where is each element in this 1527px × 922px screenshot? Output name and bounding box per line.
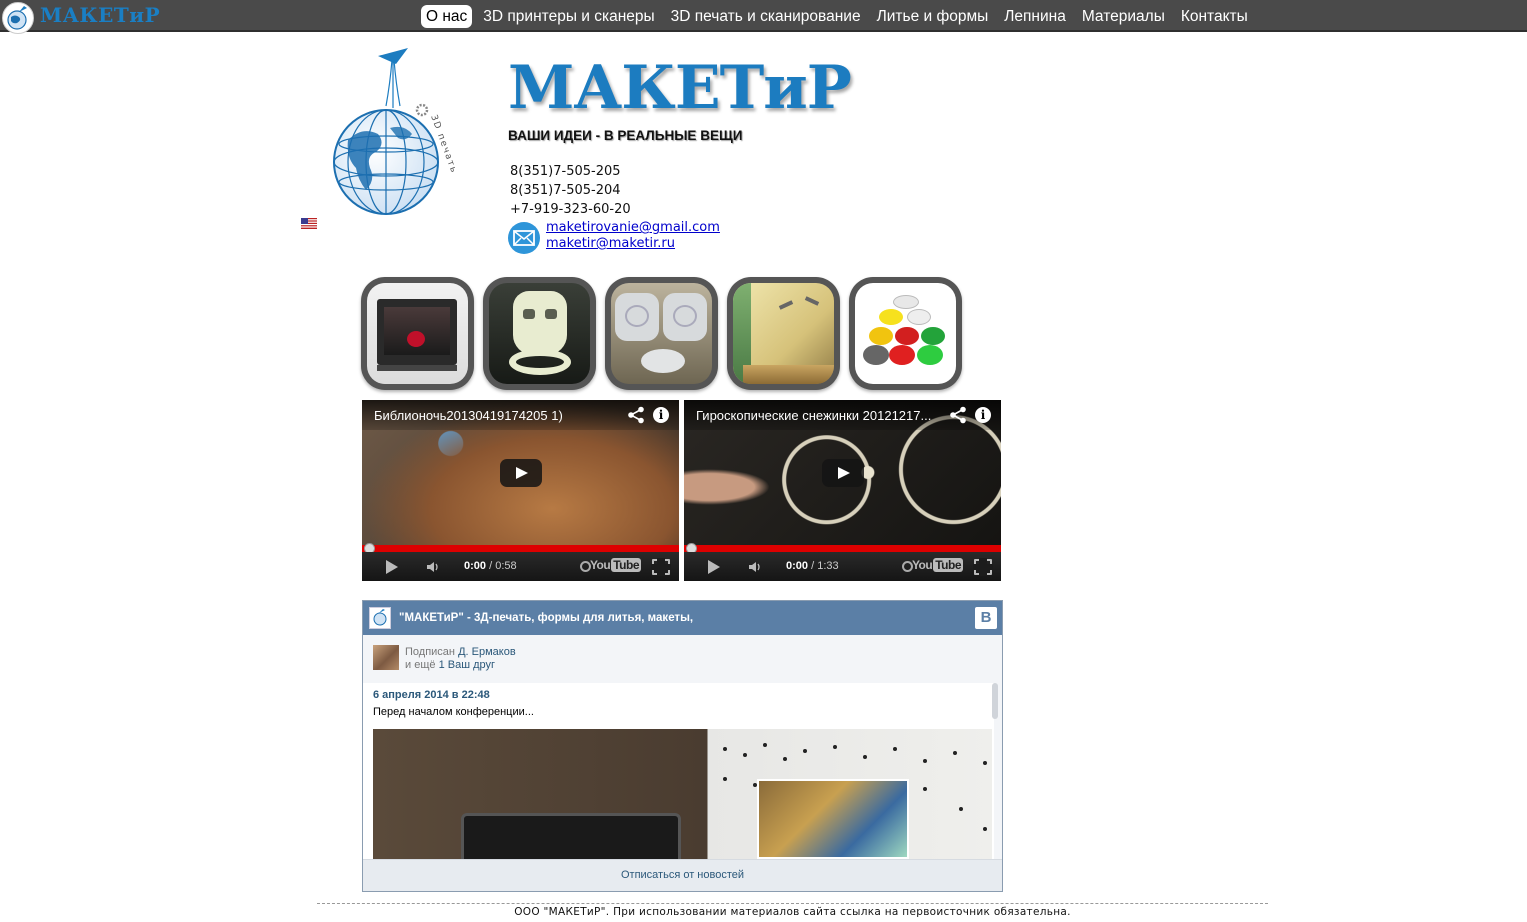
white-3d-print-mask-image — [489, 283, 590, 384]
top-navigation-bar: МАКЕТиР О нас 3D принтеры и сканеры 3D п… — [0, 0, 1527, 34]
fullscreen-icon[interactable] — [973, 558, 993, 576]
email-list: maketirovanie@gmail.com maketir@maketir.… — [546, 220, 720, 252]
site-tagline: ВАШИ ИДЕИ - В РЕАЛЬНЫЕ ВЕЩИ — [508, 128, 743, 143]
casting-molds-image — [611, 283, 712, 384]
phone-number: +7-919-323-60-20 — [510, 202, 631, 217]
post-text: Перед началом конференции... — [373, 706, 534, 718]
video-title[interactable]: Библионочь20130419174205 1) — [374, 408, 563, 423]
nav-about[interactable]: О нас — [421, 5, 473, 28]
phone-number: 8(351)7-505-204 — [510, 183, 621, 198]
unsubscribe-link[interactable]: Отписаться от новостей — [363, 859, 1002, 891]
volume-icon[interactable] — [426, 560, 440, 574]
video-title[interactable]: Гироскопические снежинки 20121217... — [696, 408, 931, 423]
vk-group-widget: "МАКЕТиР" - 3Д-печать, формы для литья, … — [362, 600, 1003, 892]
phone-list: 8(351)7-505-205 8(351)7-505-204 +7-919-3… — [510, 162, 631, 219]
nav-stucco[interactable]: Лепнина — [999, 5, 1071, 28]
fullscreen-icon[interactable] — [651, 558, 671, 576]
progress-bar[interactable] — [362, 545, 679, 552]
player-controls: 0:00 / 0:58 You Tube — [362, 552, 679, 581]
site-title: МАКЕТиР — [508, 53, 852, 123]
brand-name: МАКЕТиР — [40, 3, 161, 27]
footer-divider — [317, 903, 1268, 904]
share-icon[interactable] — [949, 406, 967, 424]
share-icon[interactable] — [627, 406, 645, 424]
tile-stucco[interactable] — [727, 277, 840, 390]
play-button[interactable] — [500, 459, 542, 487]
nav-3d-printers-scanners[interactable]: 3D принтеры и сканеры — [478, 5, 659, 28]
post-date[interactable]: 6 апреля 2014 в 22:48 — [373, 689, 490, 701]
tile-materials[interactable] — [849, 277, 962, 390]
nav-contacts[interactable]: Контакты — [1176, 5, 1253, 28]
progress-bar[interactable] — [684, 545, 1001, 552]
youtube-logo-icon[interactable]: You Tube — [912, 558, 963, 572]
vk-widget-header: "МАКЕТиР" - 3Д-печать, формы для литья, … — [363, 601, 1002, 635]
group-avatar[interactable] — [369, 607, 391, 629]
vk-logo-icon[interactable]: В — [975, 607, 997, 629]
phone-number: 8(351)7-505-205 — [510, 164, 621, 179]
play-icon[interactable] — [708, 560, 720, 574]
time-display: 0:00 / 1:33 — [786, 560, 839, 572]
brand-link[interactable]: МАКЕТиР — [2, 2, 160, 34]
category-tiles — [361, 277, 971, 390]
email-link-maketir[interactable]: maketir@maketir.ru — [546, 236, 720, 252]
stucco-wall-image — [733, 283, 834, 384]
time-display: 0:00 / 0:58 — [464, 560, 517, 572]
main-menu: О нас 3D принтеры и сканеры 3D печать и … — [421, 5, 1259, 28]
tile-3d-printing[interactable] — [483, 277, 596, 390]
friend-link[interactable]: Д. Ермаков — [458, 646, 516, 658]
3d-printer-image — [367, 283, 468, 384]
play-icon[interactable] — [386, 560, 398, 574]
post-photo-conference[interactable] — [373, 729, 992, 859]
mail-icon — [508, 222, 540, 254]
english-flag-icon[interactable] — [301, 218, 317, 229]
footer-copyright: ООО "МАКЕТиР". При использовании материа… — [514, 906, 1071, 918]
player-controls: 0:00 / 1:33 You Tube — [684, 552, 1001, 581]
friend-avatar[interactable] — [373, 645, 399, 670]
vk-group-title[interactable]: "МАКЕТиР" - 3Д-печать, формы для литья, … — [399, 612, 693, 624]
volume-icon[interactable] — [748, 560, 762, 574]
info-icon[interactable]: i — [653, 407, 669, 423]
vk-post: 6 апреля 2014 в 22:48 Перед началом конф… — [363, 683, 994, 859]
vk-feed-scrollbar[interactable] — [992, 683, 998, 719]
nav-materials[interactable]: Материалы — [1077, 5, 1170, 28]
nav-casting-molds[interactable]: Литье и формы — [872, 5, 994, 28]
tile-3d-printers[interactable] — [361, 277, 474, 390]
video-player-1[interactable]: Библионочь20130419174205 1) i 0:00 / 0:5… — [362, 400, 679, 581]
video-player-2[interactable]: Гироскопические снежинки 20121217... i 0… — [684, 400, 1001, 581]
play-button[interactable] — [822, 459, 864, 487]
tile-casting-molds[interactable] — [605, 277, 718, 390]
youtube-logo-icon[interactable]: You Tube — [590, 558, 641, 572]
more-friends-link[interactable]: 1 Ваш друг — [439, 659, 495, 671]
info-icon[interactable]: i — [975, 407, 991, 423]
email-link-gmail[interactable]: maketirovanie@gmail.com — [546, 220, 720, 236]
nav-3d-printing-scanning[interactable]: 3D печать и сканирование — [666, 5, 866, 28]
globe-3d-print-logo-image: 3D печать — [326, 44, 476, 234]
filament-spools-image — [855, 283, 956, 384]
globe-logo-icon — [2, 2, 34, 34]
